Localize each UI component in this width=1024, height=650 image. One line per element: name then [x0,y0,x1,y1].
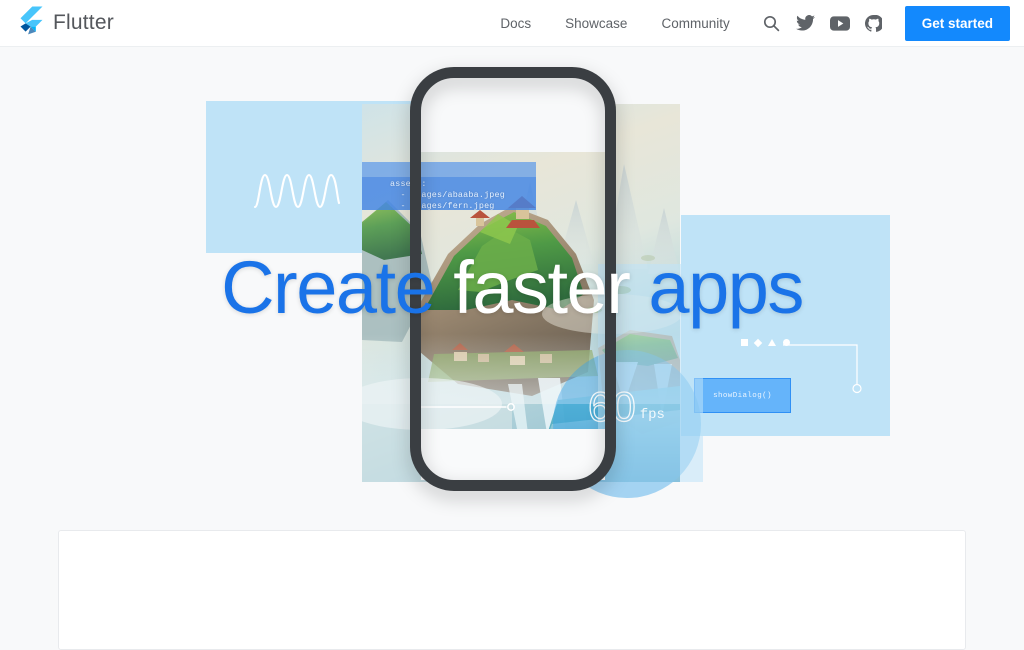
twitter-icon[interactable] [791,8,821,38]
sine-wave-icon [253,171,341,216]
brand-home-link[interactable]: Flutter [17,6,114,41]
flutter-logo-icon [17,6,43,41]
content-card [58,530,966,650]
nav-link-showcase[interactable]: Showcase [548,16,644,31]
triangle-icon [768,339,776,346]
nav-link-docs[interactable]: Docs [483,16,548,31]
search-icon[interactable] [757,8,787,38]
fps-unit: fps [639,407,665,423]
diamond-icon [753,338,763,347]
brand-name: Flutter [53,11,114,34]
connector-line-icon [783,342,867,399]
get-started-button[interactable]: Get started [904,5,1010,41]
hero-section: showDialog() assets: - images/abaaba.jpe… [0,47,1024,523]
github-icon[interactable] [859,8,889,38]
nav-link-community[interactable]: Community [644,16,746,31]
show-dialog-button[interactable]: showDialog() [694,378,791,413]
site-header: Flutter Docs Showcase Community Get star… [0,0,1024,47]
square-icon [741,339,748,346]
phone-frame [410,67,616,491]
main-navigation: Docs Showcase Community Get started [483,5,1024,41]
youtube-icon[interactable] [825,8,855,38]
